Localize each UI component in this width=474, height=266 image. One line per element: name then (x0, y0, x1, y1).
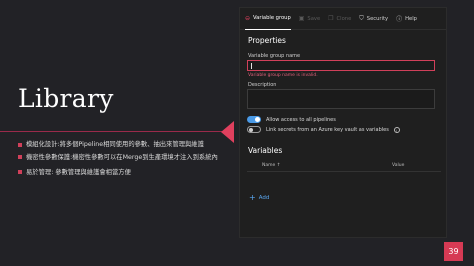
variable-group-panel: ⊖ Variable group ▣ Save ❐ Clone ⛉ Securi… (239, 7, 447, 238)
title-divider (0, 131, 226, 132)
save-icon: ▣ (298, 15, 305, 22)
text-caret (251, 63, 252, 69)
add-variable-button[interactable]: + Add (249, 193, 270, 202)
bullet-marker (18, 142, 22, 147)
variable-group-name-input[interactable] (247, 60, 435, 71)
name-error-message: Variable group name is invalid. (248, 73, 318, 78)
allow-all-pipelines-row: Allow access to all pipelines (247, 116, 336, 123)
help-button[interactable]: ⓘ Help (396, 14, 417, 24)
allow-all-pipelines-toggle[interactable] (247, 116, 261, 123)
bullet-list: 模組化設計:將多個Pipeline相同使用的參數、抽出來管理與維護 機密性參數保… (18, 140, 228, 180)
slide-title: Library (18, 84, 114, 113)
column-header-name[interactable]: Name ↑ (262, 163, 280, 168)
variable-group-name-label: Variable group name (248, 53, 301, 59)
bullet-item: 機密性參數保護:機密性參數可以在Merge到生產環境才注入到系統內 (18, 153, 228, 162)
bullet-item: 模組化設計:將多個Pipeline相同使用的參數、抽出來管理與維護 (18, 140, 228, 149)
link-keyvault-toggle[interactable] (247, 126, 261, 133)
clone-icon: ❐ (328, 15, 334, 22)
variable-group-icon: ⊖ (245, 14, 251, 22)
link-keyvault-row: Link secrets from an Azure key vault as … (247, 126, 400, 133)
bullet-text: 機密性參數保護:機密性參數可以在Merge到生產環境才注入到系統內 (26, 153, 218, 161)
bullet-marker (18, 170, 22, 174)
help-icon: ⓘ (396, 16, 403, 23)
toggle-knob (255, 117, 260, 122)
security-label: Security (366, 15, 389, 22)
save-label: Save (307, 15, 321, 22)
allow-all-pipelines-label: Allow access to all pipelines (266, 116, 336, 123)
properties-title: Properties (248, 36, 286, 45)
bullet-marker (18, 155, 22, 159)
link-keyvault-label: Link secrets from an Azure key vault as … (266, 126, 389, 133)
bullet-item: 易於管理: 參數管理與維護會相當方便 (18, 168, 228, 177)
variables-title: Variables (248, 146, 283, 155)
description-input[interactable] (247, 89, 435, 109)
bullet-text: 模組化設計:將多個Pipeline相同使用的參數、抽出來管理與維護 (26, 141, 204, 148)
column-header-value: Value (392, 163, 405, 168)
clone-button[interactable]: ❐ Clone (328, 15, 351, 22)
tab-variable-group[interactable]: ⊖ Variable group (245, 8, 291, 30)
toolbar: ⊖ Variable group ▣ Save ❐ Clone ⛉ Securi… (240, 8, 446, 30)
security-button[interactable]: ⛉ Security (359, 15, 388, 23)
variables-table-header: Name ↑ Value (247, 162, 441, 172)
description-label: Description (248, 82, 277, 88)
help-label: Help (405, 15, 417, 22)
plus-icon: + (249, 193, 256, 202)
shield-icon: ⛉ (359, 14, 364, 22)
toggle-knob (249, 127, 253, 132)
add-variable-label: Add (258, 195, 270, 201)
info-icon[interactable]: i (393, 126, 400, 133)
page-number: 39 (444, 242, 463, 261)
bullet-text: 易於管理: 參數管理與維護會相當方便 (26, 168, 131, 176)
clone-label: Clone (336, 15, 352, 22)
save-button[interactable]: ▣ Save (299, 15, 320, 22)
tab-variable-group-label: Variable group (253, 15, 291, 21)
